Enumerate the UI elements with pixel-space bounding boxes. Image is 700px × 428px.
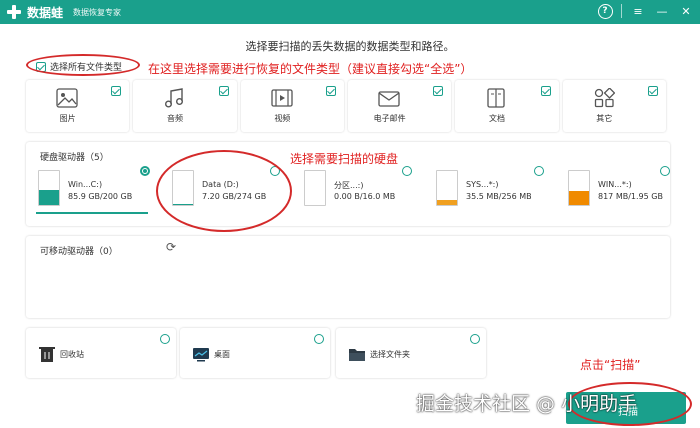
location-label: 回收站: [60, 350, 84, 359]
drive-radio[interactable]: [402, 166, 412, 176]
app-name: 数据蛙: [27, 5, 64, 20]
type-card-document[interactable]: 文档: [455, 80, 559, 132]
app-subtitle: 数据恢复专家: [73, 7, 122, 17]
type-label: 电子邮件: [373, 114, 406, 123]
type-card-image[interactable]: 图片: [26, 80, 130, 132]
type-label: 图片: [59, 114, 76, 123]
annotation-ellipse-select-all: [26, 54, 140, 76]
drive-radio[interactable]: [660, 166, 670, 176]
location-recycle-bin[interactable]: 回收站: [26, 328, 176, 378]
drive-size: 35.5 MB/256 MB: [466, 192, 532, 201]
type-label: 其它: [596, 114, 613, 123]
annotation-click-scan: 点击“扫描”: [580, 358, 641, 372]
disk-icon: [436, 170, 458, 206]
page-heading: 选择要扫描的丢失数据的数据类型和路径。: [245, 40, 455, 53]
type-checkbox[interactable]: [325, 86, 336, 96]
close-button[interactable]: ✕: [678, 3, 694, 19]
drive-size: 0.00 B/16.0 MB: [334, 192, 396, 201]
type-label: 视频: [274, 114, 291, 123]
other-icon: [594, 88, 615, 108]
drive-size: 85.9 GB/200 GB: [68, 192, 133, 201]
type-checkbox[interactable]: [647, 86, 658, 96]
menu-icon: ≡: [633, 4, 643, 18]
selected-underline: [36, 212, 148, 214]
type-card-other[interactable]: 其它: [562, 80, 666, 132]
trash-icon: [39, 347, 55, 362]
file-type-list: 图片 音频 视频 电子邮件 文档 其它: [26, 80, 670, 134]
annotation-select-types: 在这里选择需要进行恢复的文件类型（建议直接勾选“全选”）: [148, 62, 473, 76]
type-label: 音频: [166, 114, 183, 123]
location-radio[interactable]: [470, 334, 480, 344]
drive-item[interactable]: SYS...*:) 35.5 MB/256 MB: [424, 166, 544, 212]
location-radio[interactable]: [314, 334, 324, 344]
drive-size: 817 MB/1.95 GB: [598, 192, 663, 201]
help-icon: ?: [597, 3, 613, 19]
drive-item[interactable]: 分区...:) 0.00 B/16.0 MB: [292, 166, 412, 212]
type-checkbox[interactable]: [540, 86, 551, 96]
disk-usage-fill: [39, 190, 59, 205]
location-select-folder[interactable]: 选择文件夹: [336, 328, 486, 378]
drive-item[interactable]: WIN...*:) 817 MB/1.95 GB: [556, 166, 674, 212]
disk-usage-fill: [569, 190, 589, 205]
title-divider: [621, 4, 622, 18]
logo-icon: [5, 3, 23, 21]
music-icon: [165, 88, 184, 108]
watermark-text: 掘金技术社区 @ 小明助手: [416, 393, 638, 415]
drive-name: SYS...*:): [466, 180, 499, 189]
drive-name: Win...C:): [68, 180, 103, 189]
type-checkbox[interactable]: [111, 86, 122, 96]
disk-icon: [38, 170, 60, 206]
disk-icon: [568, 170, 590, 206]
hard-drive-title: 硬盘驱动器（5）: [40, 153, 109, 163]
removable-drive-panel: 可移动驱动器（0） ⟳: [26, 236, 670, 318]
desktop-icon: [193, 348, 209, 362]
type-card-video[interactable]: 视频: [240, 80, 344, 132]
type-label: 文档: [488, 114, 505, 123]
refresh-icon[interactable]: ⟳: [166, 240, 176, 254]
removable-title: 可移动驱动器（0）: [40, 247, 118, 257]
folder-icon: [349, 349, 365, 361]
mail-icon: [378, 91, 400, 107]
drive-radio[interactable]: [140, 166, 150, 176]
drive-item[interactable]: Win...C:) 85.9 GB/200 GB: [26, 166, 150, 214]
type-card-audio[interactable]: 音频: [133, 80, 237, 132]
video-icon: [271, 89, 293, 107]
drive-name: WIN...*:): [598, 180, 632, 189]
location-label: 桌面: [214, 350, 230, 359]
drive-radio[interactable]: [534, 166, 544, 176]
help-button[interactable]: ?: [597, 3, 613, 19]
menu-button[interactable]: ≡: [630, 3, 646, 19]
type-checkbox[interactable]: [433, 86, 444, 96]
annotation-select-drive: 选择需要扫描的硬盘: [290, 152, 399, 166]
location-desktop[interactable]: 桌面: [180, 328, 330, 378]
type-checkbox[interactable]: [218, 86, 229, 96]
annotation-ellipse-drive: [156, 150, 292, 232]
minimize-icon: —: [656, 4, 668, 18]
location-label: 选择文件夹: [370, 350, 410, 359]
drive-name: 分区...:): [334, 181, 364, 190]
minimize-button[interactable]: —: [654, 3, 670, 19]
location-radio[interactable]: [160, 334, 170, 344]
document-icon: [487, 88, 505, 108]
disk-icon: [304, 170, 326, 206]
type-card-email[interactable]: 电子邮件: [347, 80, 452, 132]
close-icon: ✕: [681, 4, 691, 18]
image-icon: [56, 88, 78, 108]
title-bar: 数据蛙 数据恢复专家 ? ≡ — ✕: [0, 0, 700, 24]
disk-usage-fill: [437, 200, 457, 205]
